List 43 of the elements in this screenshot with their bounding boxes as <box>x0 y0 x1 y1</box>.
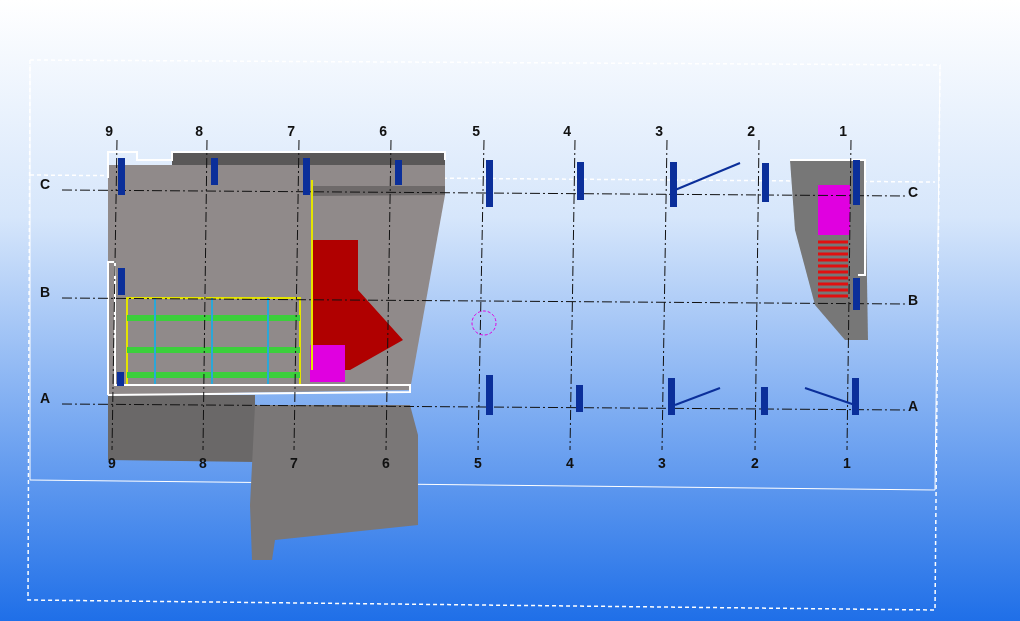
grid-label: 5 <box>474 455 482 471</box>
steel-column <box>118 158 125 195</box>
steel-column <box>486 375 493 415</box>
grid-label: 4 <box>566 455 574 471</box>
work-point-marker <box>471 310 497 336</box>
steel-column <box>762 163 769 202</box>
steel-column <box>853 278 860 310</box>
steel-column <box>670 162 677 207</box>
grid-label: 4 <box>563 123 571 139</box>
grid-label: C <box>908 184 919 200</box>
steel-column <box>852 378 859 415</box>
grid-label: 5 <box>472 123 480 139</box>
grid-label: 2 <box>751 455 759 471</box>
grid-label: 6 <box>379 123 387 139</box>
brace <box>674 387 721 406</box>
steel-column <box>303 158 310 195</box>
grid-label: 9 <box>105 123 113 139</box>
grid-label: B <box>908 292 919 308</box>
brace <box>674 162 741 191</box>
grid-label: A <box>908 398 919 414</box>
steel-column <box>761 387 768 415</box>
grid-label: A <box>40 390 51 406</box>
grid-label: 9 <box>108 455 116 471</box>
grid-label: 2 <box>747 123 755 139</box>
steel-column <box>668 378 675 415</box>
grid-label: 7 <box>290 455 298 471</box>
grid-label: B <box>40 284 51 300</box>
steel-column <box>486 160 493 207</box>
grid-label: 7 <box>287 123 295 139</box>
steel-column <box>211 158 218 185</box>
steel-column <box>117 372 124 386</box>
grid-label: 1 <box>843 455 851 471</box>
grid-label: 1 <box>839 123 847 139</box>
steel-column <box>577 162 584 200</box>
steel-column <box>853 160 860 205</box>
steel-column <box>118 268 125 295</box>
grid-label: 3 <box>655 123 663 139</box>
grid-label: 8 <box>195 123 203 139</box>
steel-column <box>395 160 402 185</box>
grid-label: C <box>40 176 51 192</box>
grid-label: 6 <box>382 455 390 471</box>
grid-label: 3 <box>658 455 666 471</box>
steel-column <box>576 385 583 412</box>
